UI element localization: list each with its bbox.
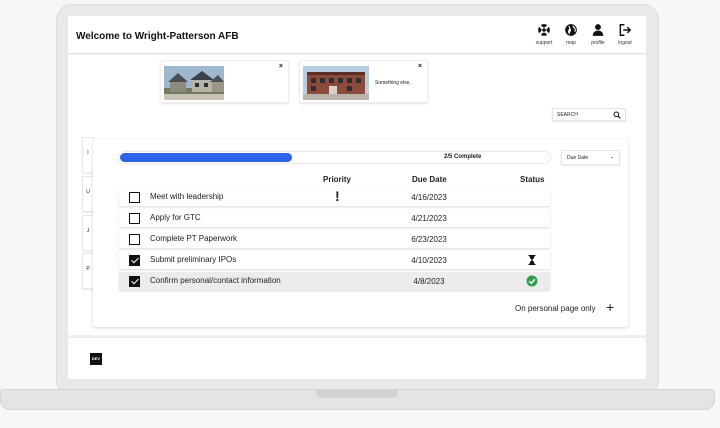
globe-icon: [565, 24, 577, 36]
col-due-date: Due Date: [412, 175, 447, 184]
task-checkbox[interactable]: [129, 234, 140, 245]
side-tab-label: P: [86, 266, 90, 272]
task-title: Complete PT Paperwork: [150, 234, 237, 243]
brick-building-photo: [303, 66, 369, 100]
nav-map[interactable]: map: [562, 23, 580, 46]
side-tab-label: I: [87, 150, 89, 156]
progress-bar: 2/5 Complete: [119, 152, 550, 163]
news-card-1[interactable]: ×: [160, 60, 289, 103]
table-row[interactable]: Complete PT Paperwork 6/23/2023: [119, 230, 550, 248]
check-circle-icon: [526, 275, 538, 287]
task-checkbox[interactable]: [129, 276, 140, 287]
hourglass-icon: [528, 255, 536, 265]
dashboard-body: × × Something else. SEARCH I U J P 2/5 C…: [68, 55, 646, 335]
close-icon[interactable]: ×: [418, 63, 422, 70]
nav-profile-label: profile: [591, 40, 605, 46]
priority-icon: !: [335, 188, 340, 204]
chevron-down-icon: ⌄: [609, 154, 614, 160]
side-tab-label: U: [86, 189, 90, 195]
sort-select[interactable]: Due Date ⌄: [561, 150, 620, 165]
logout-icon: [619, 24, 632, 36]
news-card-2[interactable]: × Something else.: [299, 60, 428, 103]
col-status: Status: [520, 175, 545, 184]
houses-photo: [164, 66, 224, 100]
nav-support[interactable]: support: [535, 23, 553, 46]
app-footer: DEV: [68, 337, 646, 379]
table-row[interactable]: Apply for GTC 4/21/2023: [119, 209, 550, 227]
sort-value: Due Date: [567, 155, 589, 161]
app-header: Welcome to Wright-Patterson AFB support …: [68, 16, 646, 54]
search-box[interactable]: [552, 108, 626, 121]
due-date: 4/21/2023: [411, 214, 447, 223]
add-task-button[interactable]: +: [606, 300, 614, 314]
dev-badge: DEV: [90, 353, 102, 365]
nav-profile[interactable]: profile: [589, 23, 607, 46]
task-checkbox[interactable]: [129, 255, 140, 266]
table-row[interactable]: Submit preliminary IPOs 4/10/2023: [119, 251, 550, 269]
support-icon: [538, 24, 550, 36]
task-checkbox[interactable]: [129, 192, 140, 203]
search-input[interactable]: [557, 111, 609, 119]
add-label: On personal page only: [515, 304, 596, 313]
app-screen: Welcome to Wright-Patterson AFB support …: [68, 16, 646, 379]
search-icon[interactable]: [613, 111, 621, 119]
col-priority: Priority: [323, 175, 352, 184]
side-tab-label: J: [86, 228, 90, 234]
due-date: 6/23/2023: [411, 235, 447, 244]
progress-fill: [120, 153, 292, 162]
card-caption: Something else.: [375, 80, 411, 86]
task-title: Confirm personal/contact information: [150, 276, 281, 285]
stage: Welcome to Wright-Patterson AFB support …: [0, 0, 720, 428]
due-date: 4/16/2023: [411, 193, 447, 202]
nav-support-label: support: [535, 40, 553, 46]
task-checkbox[interactable]: [129, 213, 140, 224]
close-icon[interactable]: ×: [279, 63, 283, 70]
progress-label: 2/5 Complete: [444, 154, 482, 160]
due-date: 4/8/2023: [413, 277, 445, 286]
person-icon: [592, 24, 604, 36]
top-nav: support map profile logout: [535, 23, 634, 46]
laptop-notch: [316, 390, 398, 398]
due-date: 4/10/2023: [411, 256, 447, 265]
table-row[interactable]: Confirm personal/contact information 4/8…: [119, 272, 550, 290]
nav-map-label: map: [566, 40, 576, 46]
task-title: Meet with leadership: [150, 192, 224, 201]
nav-logout[interactable]: logout: [616, 23, 634, 46]
nav-logout-label: logout: [618, 40, 632, 46]
page-title: Welcome to Wright-Patterson AFB: [76, 31, 239, 42]
task-title: Submit preliminary IPOs: [150, 255, 237, 264]
task-title: Apply for GTC: [150, 213, 201, 222]
table-row[interactable]: Meet with leadership ! 4/16/2023: [119, 188, 550, 206]
